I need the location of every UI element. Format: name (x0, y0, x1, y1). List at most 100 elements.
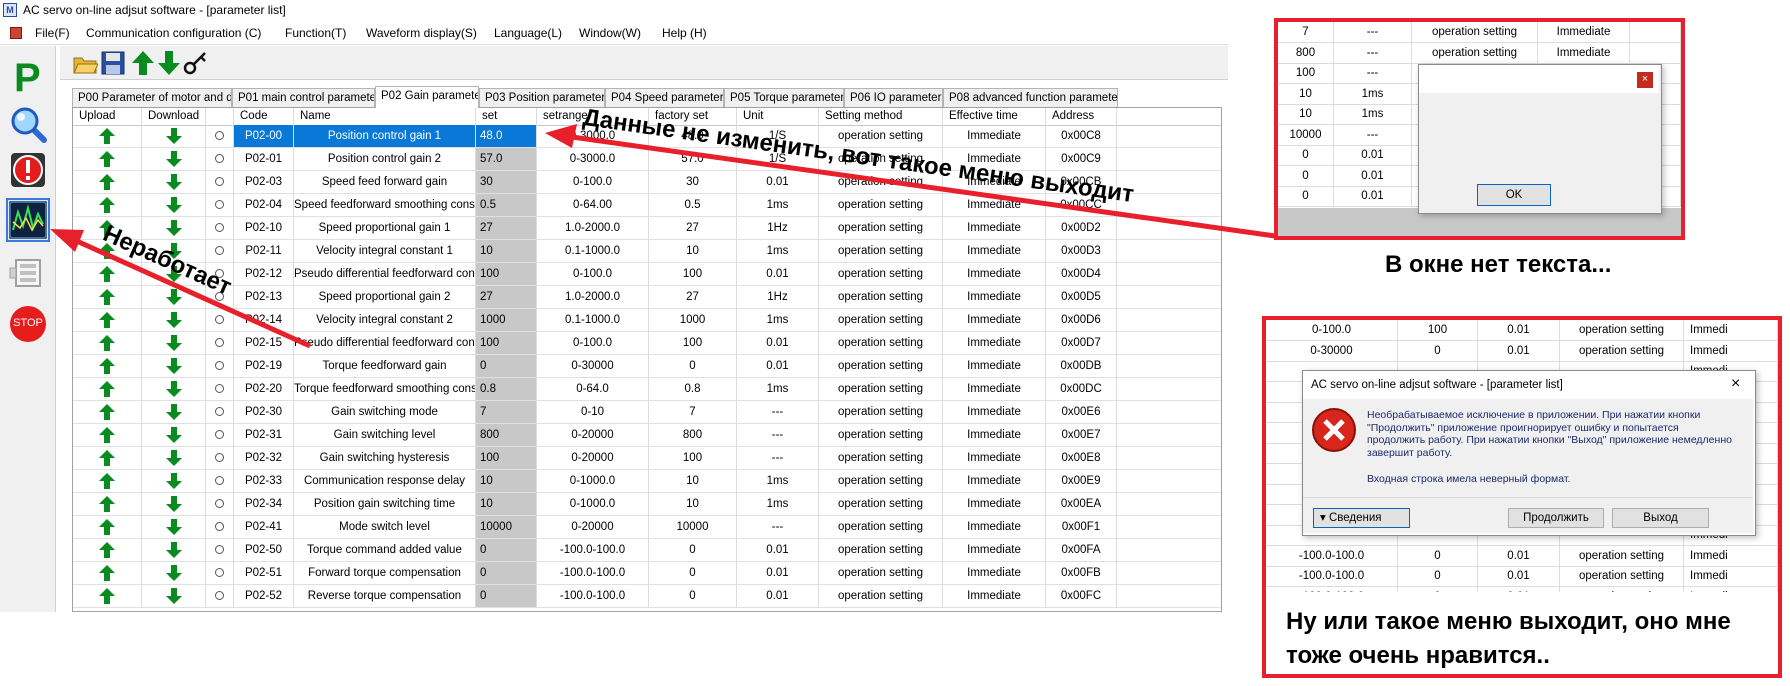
table-row[interactable]: P02-30 Gain switching mode 7 0-10 7 --- operat… (73, 401, 1221, 424)
download-arrow-icon[interactable] (156, 49, 182, 77)
table-row[interactable]: P02-31 Gain switching level 800 0-20000 800-… (73, 424, 1221, 447)
cell-set[interactable]: 0 (476, 585, 537, 607)
table-row[interactable]: P02-19 Torque feedforward gain 0 0-30000 0 0.… (73, 355, 1221, 378)
cell-set[interactable]: 10 (476, 240, 537, 262)
cell-set[interactable]: 7 (476, 401, 537, 423)
radio-cell[interactable] (206, 355, 234, 377)
download-cell[interactable] (142, 217, 206, 239)
download-cell[interactable] (142, 401, 206, 423)
cell-set[interactable]: 48.0 (476, 125, 537, 147)
upload-arrow-icon[interactable] (130, 49, 156, 77)
close-button[interactable]: × (1731, 375, 1740, 393)
tab-p08[interactable]: P08 advanced function parameter (943, 88, 1118, 107)
radio-cell[interactable] (206, 332, 234, 354)
cell-set[interactable]: 0 (476, 539, 537, 561)
details-button[interactable]: ▾ Сведения (1313, 508, 1410, 528)
cell-set[interactable]: 27 (476, 286, 537, 308)
download-cell[interactable] (142, 585, 206, 607)
table-row[interactable]: P02-11 Velocity integral constant 1 10 0.1-… (73, 240, 1221, 263)
header-col-name[interactable]: Name (294, 108, 476, 125)
cell-set[interactable]: 10000 (476, 516, 537, 538)
table-row[interactable]: P02-13 Speed proportional gain 2 27 1.0-200… (73, 286, 1221, 309)
download-cell[interactable] (142, 125, 206, 147)
cell-set[interactable]: 100 (476, 332, 537, 354)
upload-cell[interactable] (73, 424, 142, 446)
upload-cell[interactable] (73, 562, 142, 584)
table-row[interactable]: P02-34 Position gain switching time 10 0-10… (73, 493, 1221, 516)
menu-language[interactable]: Language(L) (494, 21, 562, 45)
alarm-button[interactable] (8, 150, 48, 190)
table-row[interactable]: P02-52 Reverse torque compensation 0 -100.0… (73, 585, 1221, 608)
upload-cell[interactable] (73, 401, 142, 423)
upload-cell[interactable] (73, 286, 142, 308)
download-cell[interactable] (142, 332, 206, 354)
radio-cell[interactable] (206, 447, 234, 469)
upload-cell[interactable] (73, 585, 142, 607)
table-row[interactable]: P02-50 Torque command added value 0 -100.0-… (73, 539, 1221, 562)
download-cell[interactable] (142, 539, 206, 561)
menu-help[interactable]: Help (H) (662, 21, 707, 45)
radio-cell[interactable] (206, 516, 234, 538)
download-cell[interactable] (142, 309, 206, 331)
download-cell[interactable] (142, 171, 206, 193)
cell-set[interactable]: 1000 (476, 309, 537, 331)
header-col-upload[interactable]: Upload (73, 108, 142, 125)
table-row[interactable]: P02-32 Gain switching hysteresis 100 0-2000… (73, 447, 1221, 470)
radio-cell[interactable] (206, 493, 234, 515)
radio-cell[interactable] (206, 171, 234, 193)
cell-set[interactable]: 0 (476, 562, 537, 584)
radio-cell[interactable] (206, 401, 234, 423)
tab-p02[interactable]: P02 Gain parameter (375, 86, 479, 108)
radio-cell[interactable] (206, 539, 234, 561)
ok-button[interactable]: OK (1477, 184, 1551, 206)
radio-cell[interactable] (206, 378, 234, 400)
radio-cell[interactable] (206, 424, 234, 446)
tab-p01[interactable]: P01 main control parameter (232, 88, 375, 107)
open-folder-icon[interactable] (72, 50, 98, 76)
close-button[interactable]: × (1637, 72, 1653, 88)
radio-cell[interactable] (206, 194, 234, 216)
header-col-address[interactable]: Address (1046, 108, 1117, 125)
key-icon[interactable] (182, 50, 208, 76)
cell-set[interactable]: 10 (476, 470, 537, 492)
menu-waveform[interactable]: Waveform display(S) (366, 21, 477, 45)
menu-function[interactable]: Function(T) (285, 21, 346, 45)
header-col-radio[interactable] (206, 108, 234, 125)
download-cell[interactable] (142, 447, 206, 469)
radio-cell[interactable] (206, 470, 234, 492)
tab-p06[interactable]: P06 IO parameters (844, 88, 943, 107)
cell-set[interactable]: 100 (476, 447, 537, 469)
download-cell[interactable] (142, 470, 206, 492)
table-row[interactable]: P02-15 Pseudo differential feedforward co… (73, 332, 1221, 355)
radio-cell[interactable] (206, 562, 234, 584)
download-cell[interactable] (142, 424, 206, 446)
table-row[interactable]: P02-10 Speed proportional gain 1 27 1.0-200… (73, 217, 1221, 240)
io-button[interactable] (8, 252, 48, 292)
upload-cell[interactable] (73, 125, 142, 147)
table-row[interactable]: P02-41 Mode switch level 10000 0-20000 10000… (73, 516, 1221, 539)
search-button[interactable] (8, 104, 48, 144)
upload-cell[interactable] (73, 355, 142, 377)
upload-cell[interactable] (73, 171, 142, 193)
exit-button[interactable]: Выход (1612, 508, 1709, 528)
header-col-set[interactable]: set (476, 108, 537, 125)
download-cell[interactable] (142, 194, 206, 216)
cell-set[interactable]: 30 (476, 171, 537, 193)
tab-p05[interactable]: P05 Torque parameters (724, 88, 844, 107)
radio-cell[interactable] (206, 309, 234, 331)
cell-set[interactable]: 0 (476, 355, 537, 377)
download-cell[interactable] (142, 493, 206, 515)
tab-p04[interactable]: P04 Speed parameters (605, 88, 724, 107)
header-col-effective[interactable]: Effective time (943, 108, 1046, 125)
menu-file[interactable]: File(F) (35, 21, 70, 45)
table-row[interactable]: P02-12 Pseudo differential feedforward co… (73, 263, 1221, 286)
download-cell[interactable] (142, 148, 206, 170)
table-row[interactable]: P02-51 Forward torque compensation 0 -100.0… (73, 562, 1221, 585)
radio-cell[interactable] (206, 217, 234, 239)
radio-cell[interactable] (206, 148, 234, 170)
menu-communication[interactable]: Communication configuration (C) (86, 21, 261, 45)
cell-set[interactable]: 10 (476, 493, 537, 515)
upload-cell[interactable] (73, 516, 142, 538)
cell-set[interactable]: 800 (476, 424, 537, 446)
document-icon[interactable] (10, 27, 22, 39)
